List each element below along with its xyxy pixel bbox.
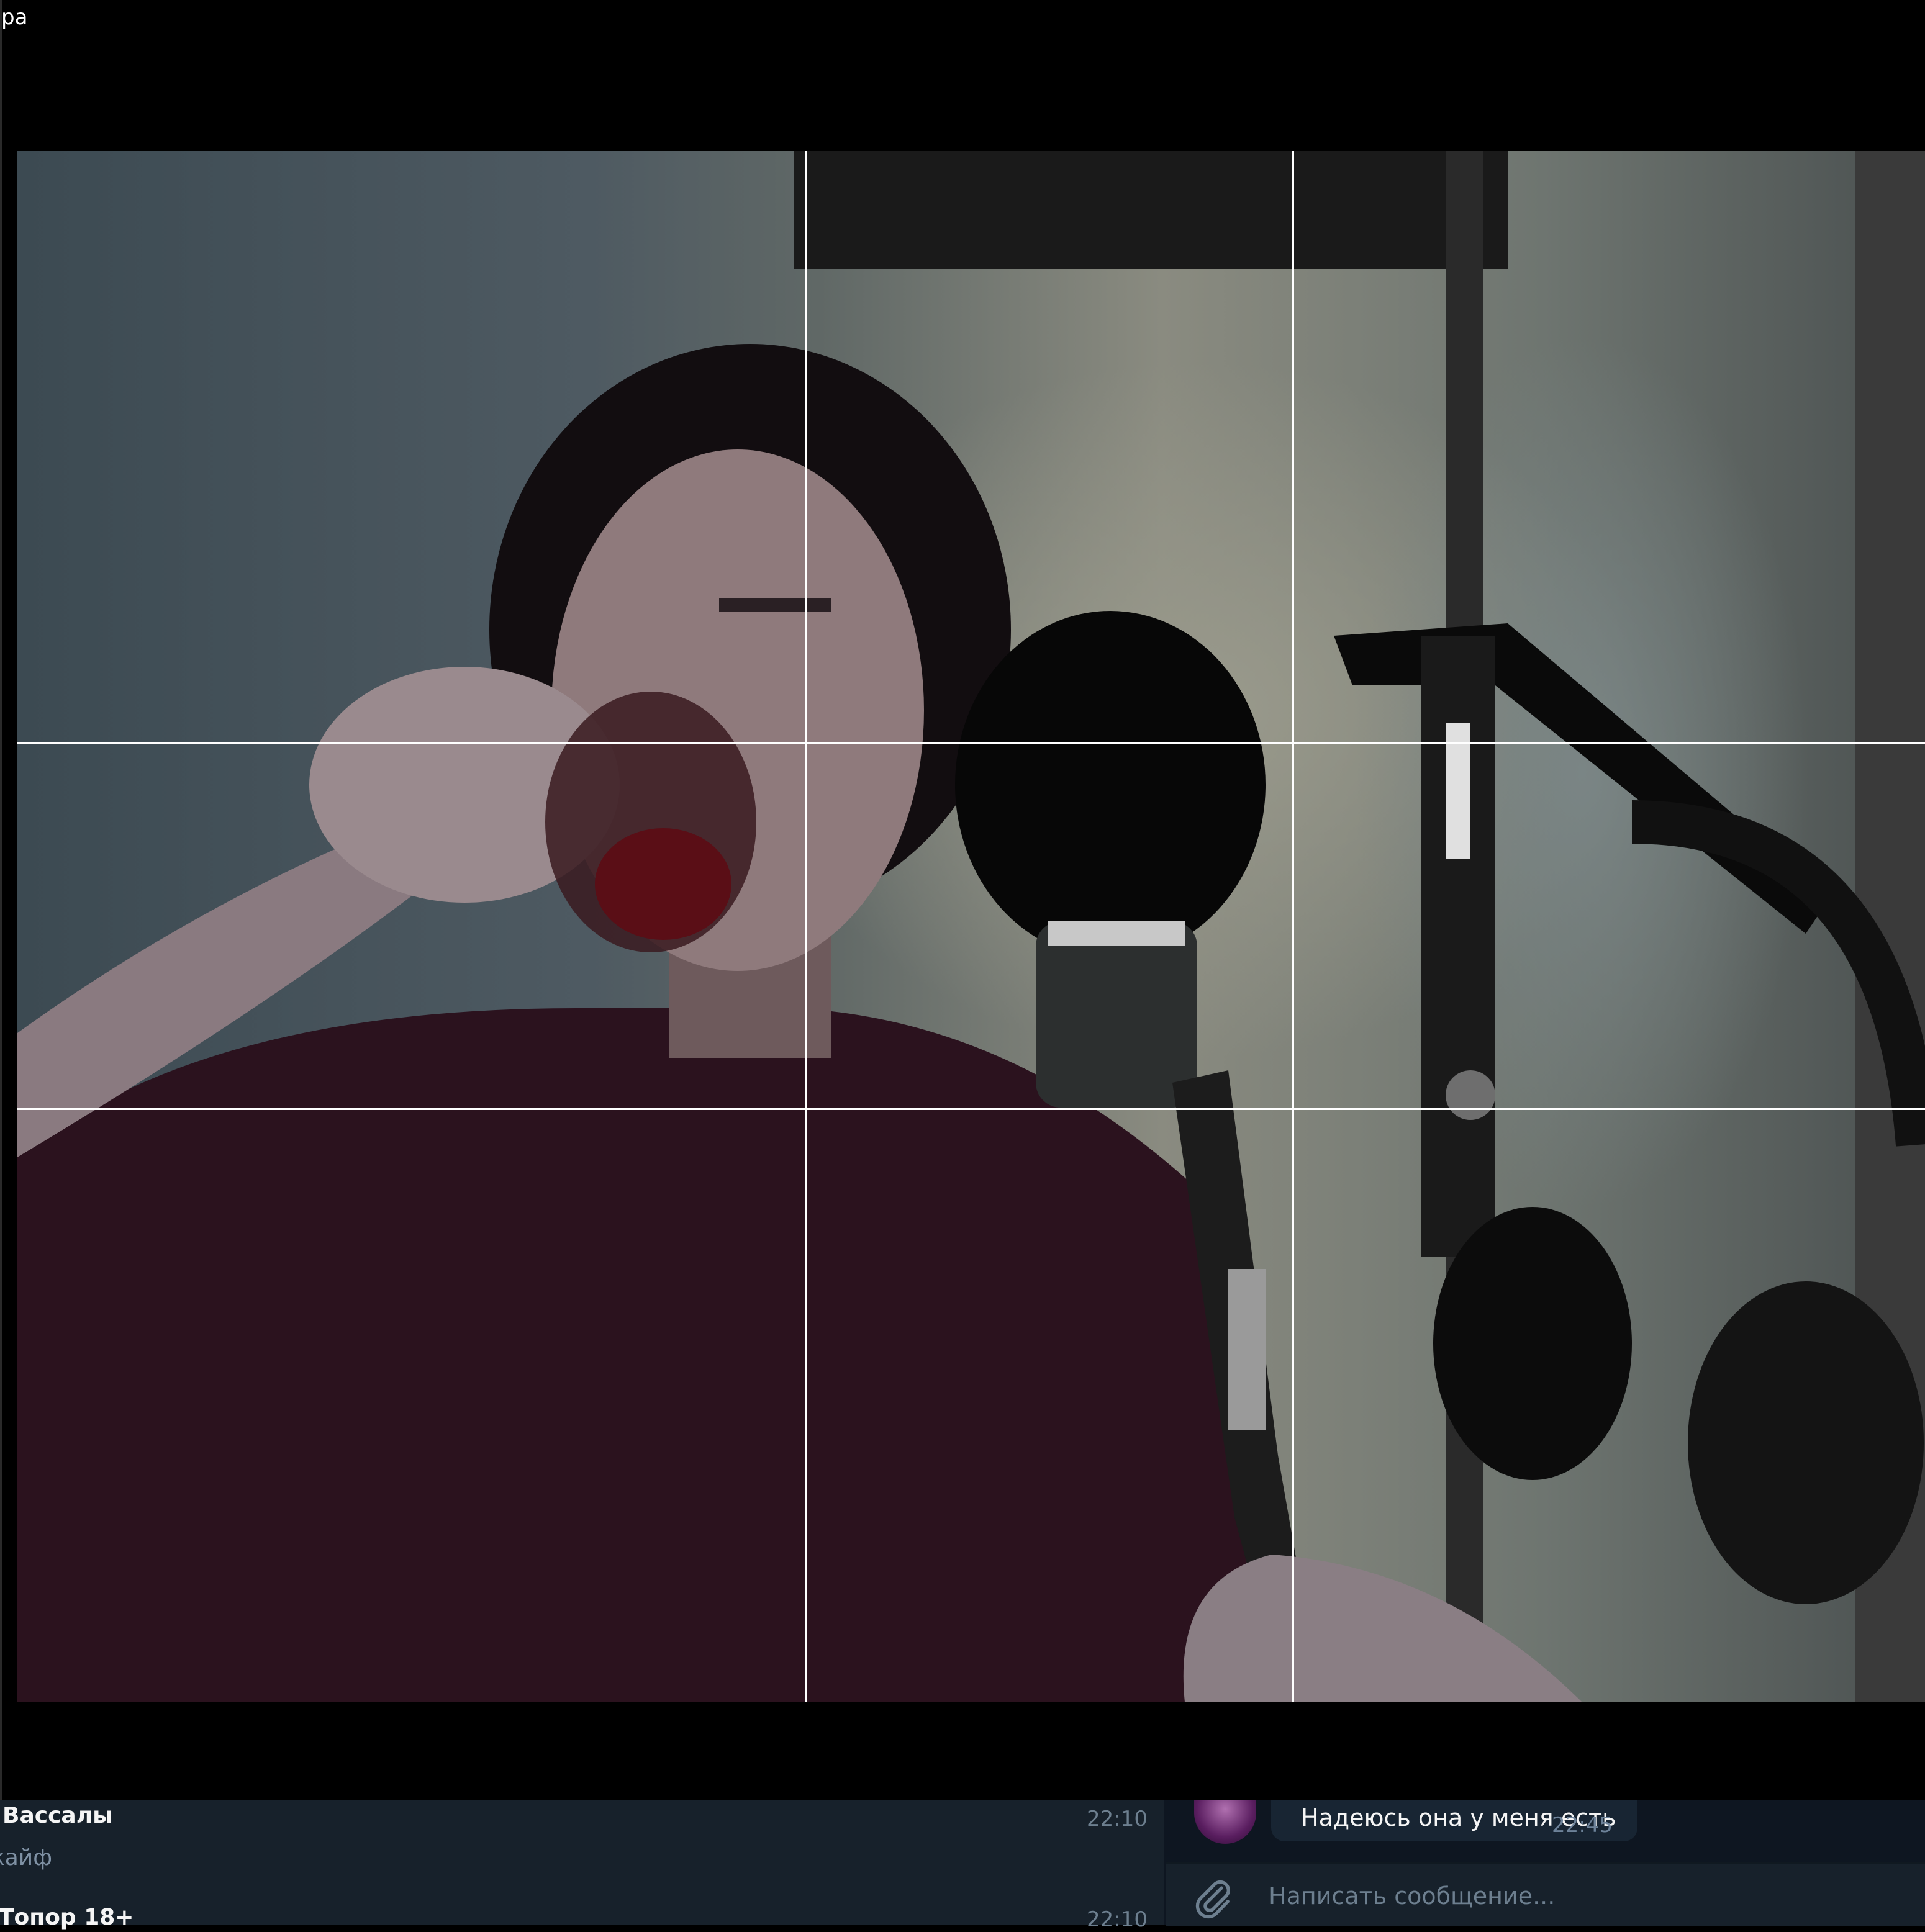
message-composer: [1166, 1862, 1925, 1926]
stand-clamp: [1228, 1269, 1266, 1430]
message-time: 22:45: [1552, 1813, 1613, 1838]
grid-line-vertical-2: [1292, 151, 1294, 1702]
conversation-pane: Надеюсь она у меня есть 22:45: [1166, 1800, 1925, 1926]
chat-time: 22:10: [1087, 1807, 1148, 1831]
window-title: ра: [1, 5, 28, 30]
message-bubble: Надеюсь она у меня есть 22:45: [1271, 1800, 1637, 1841]
camera-preview: [17, 151, 1925, 1702]
glass-liquid: [595, 828, 732, 940]
chat-time: 22:10: [1087, 1907, 1148, 1932]
microphone-body: [1036, 921, 1197, 1108]
avatar[interactable]: [1194, 1800, 1256, 1844]
webcam-image: [17, 151, 1925, 1702]
person-shirt: [17, 1008, 1247, 1702]
microphone-head: [955, 611, 1266, 959]
person-brow: [719, 598, 831, 612]
window-edge: [0, 0, 2, 1800]
grid-line-horizontal-2: [17, 1108, 1925, 1110]
headphones-cup-left: [1433, 1207, 1632, 1480]
boom-arm-knob: [1446, 1070, 1495, 1120]
chat-list: Вассалы 22:10 кайф Топор 18+ 22:10: [0, 1800, 1164, 1932]
messenger-background: Вассалы 22:10 кайф Топор 18+ 22:10 Надею…: [0, 1800, 1925, 1932]
chat-preview: кайф: [0, 1845, 52, 1871]
background-door-frame: [794, 151, 1508, 269]
microphone-ring: [1048, 921, 1185, 946]
boom-arm: [1334, 623, 1831, 934]
grid-line-horizontal-1: [17, 742, 1925, 744]
grid-line-vertical-1: [805, 151, 807, 1702]
headphones-cup-right: [1688, 1281, 1924, 1604]
message-input[interactable]: [1269, 1879, 1890, 1913]
chat-name: Топор 18+: [0, 1905, 134, 1930]
person-other-hand: [1183, 1555, 1582, 1702]
chat-name: Вассалы: [2, 1803, 113, 1828]
paperclip-icon[interactable]: [1192, 1876, 1235, 1920]
